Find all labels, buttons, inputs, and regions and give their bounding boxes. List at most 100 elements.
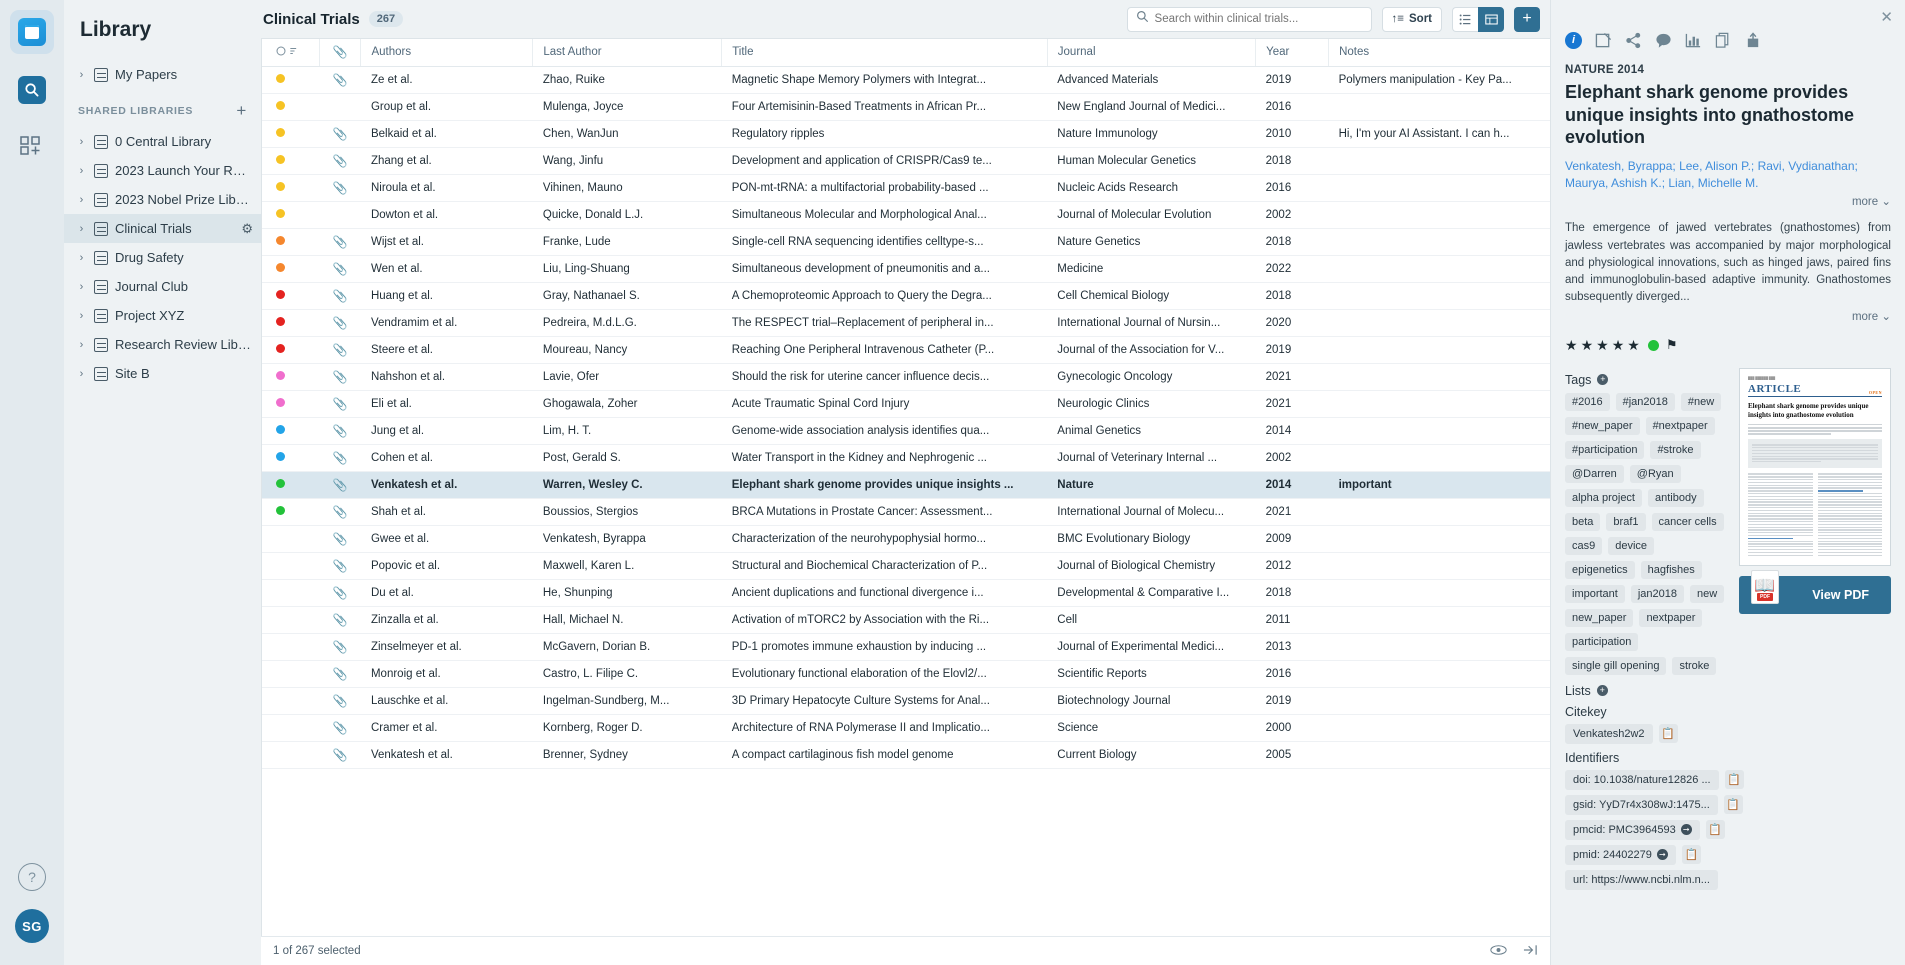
chevron-right-icon[interactable]: › (76, 223, 87, 235)
row-attachment-icon[interactable]: 📎 (319, 120, 361, 147)
expand-panel-icon[interactable] (1523, 943, 1538, 959)
tag-chip[interactable]: jan2018 (1631, 585, 1684, 603)
row-color-dot[interactable] (262, 606, 319, 633)
table-row[interactable]: 📎Du et al.He, ShunpingAncient duplicatio… (262, 579, 1550, 606)
row-attachment-icon[interactable]: 📎 (319, 741, 361, 768)
row-color-dot[interactable] (262, 633, 319, 660)
copy-icon[interactable]: 📋 (1725, 770, 1744, 789)
view-pdf-button[interactable]: 📖 PDF View PDF (1739, 576, 1891, 614)
table-row[interactable]: 📎Lauschke et al.Ingelman-Sundberg, M...3… (262, 687, 1550, 714)
sidebar-item-2023-launch-your-research-bo[interactable]: ›2023 Launch Your Research Bo... (64, 156, 261, 185)
table-row[interactable]: 📎Venkatesh et al.Brenner, SydneyA compac… (262, 741, 1550, 768)
table-row[interactable]: 📎Popovic et al.Maxwell, Karen L.Structur… (262, 552, 1550, 579)
tag-chip[interactable]: @Darren (1565, 465, 1624, 483)
chevron-right-icon[interactable]: › (76, 310, 87, 322)
identifier-value[interactable]: doi: 10.1038/nature12826 ... (1565, 770, 1719, 790)
row-attachment-icon[interactable]: 📎 (319, 714, 361, 741)
star-icon[interactable]: ★ (1612, 337, 1625, 354)
tag-chip[interactable]: device (1608, 537, 1654, 555)
row-color-dot[interactable] (262, 336, 319, 363)
row-attachment-icon[interactable]: 📎 (319, 471, 361, 498)
abstract-more-toggle[interactable]: more ⌄ (1565, 309, 1891, 323)
paper-thumbnail[interactable]: ███ ██████ ███ ARTICLE OPEN Elephant sha… (1739, 368, 1891, 566)
table-row[interactable]: 📎Gwee et al.Venkatesh, ByrappaCharacteri… (262, 525, 1550, 552)
table-row[interactable]: 📎Niroula et al.Vihinen, MaunoPON-mt-tRNA… (262, 174, 1550, 201)
row-color-dot[interactable] (262, 579, 319, 606)
chevron-right-icon[interactable]: › (76, 165, 87, 177)
rating-row[interactable]: ★ ★ ★ ★ ★ ⚑ (1565, 337, 1891, 354)
column-header-attachment[interactable]: 📎 (319, 39, 361, 66)
add-list-icon[interactable]: + (1597, 685, 1608, 696)
detail-authors[interactable]: Venkatesh, Byrappa; Lee, Alison P.; Ravi… (1565, 158, 1891, 193)
row-color-dot[interactable] (262, 741, 319, 768)
table-row[interactable]: 📎Steere et al.Moureau, NancyReaching One… (262, 336, 1550, 363)
row-color-dot[interactable] (262, 255, 319, 282)
copy-icon[interactable] (1715, 32, 1732, 49)
sidebar-item-clinical-trials[interactable]: ›Clinical Trials⚙ (64, 214, 261, 243)
export-icon[interactable] (1745, 32, 1762, 49)
row-color-dot[interactable] (262, 687, 319, 714)
row-color-dot[interactable] (262, 444, 319, 471)
rail-add-collection-button[interactable] (10, 126, 54, 170)
column-header-journal[interactable]: Journal (1047, 39, 1255, 66)
rail-search-button[interactable] (10, 68, 54, 112)
tag-chip[interactable]: cas9 (1565, 537, 1602, 555)
status-color-dot[interactable] (1648, 340, 1659, 351)
tag-chip[interactable]: single gill opening (1565, 657, 1666, 675)
identifier-value[interactable]: url: https://www.ncbi.nlm.n... (1565, 870, 1718, 890)
row-color-dot[interactable] (262, 363, 319, 390)
tag-chip[interactable]: braf1 (1606, 513, 1645, 531)
star-icon[interactable]: ★ (1565, 337, 1578, 354)
tag-chip[interactable]: cancer cells (1652, 513, 1724, 531)
row-attachment-icon[interactable]: 📎 (319, 66, 361, 93)
row-color-dot[interactable] (262, 525, 319, 552)
table-row[interactable]: 📎Wijst et al.Franke, LudeSingle-cell RNA… (262, 228, 1550, 255)
row-color-dot[interactable] (262, 174, 319, 201)
close-icon[interactable]: ✕ (1880, 8, 1893, 26)
tag-chip[interactable]: #new_paper (1565, 417, 1640, 435)
row-attachment-icon[interactable]: 📎 (319, 660, 361, 687)
row-attachment-icon[interactable]: 📎 (319, 552, 361, 579)
table-row[interactable]: 📎Zinzalla et al.Hall, Michael N.Activati… (262, 606, 1550, 633)
row-color-dot[interactable] (262, 201, 319, 228)
add-shared-library-icon[interactable]: + (236, 101, 247, 121)
sort-button[interactable]: ↑≡ Sort (1382, 7, 1442, 32)
row-attachment-icon[interactable]: 📎 (319, 336, 361, 363)
row-color-dot[interactable] (262, 66, 319, 93)
row-color-dot[interactable] (262, 147, 319, 174)
table-row[interactable]: 📎Huang et al.Gray, Nathanael S.A Chemopr… (262, 282, 1550, 309)
info-icon[interactable]: i (1565, 32, 1582, 49)
row-color-dot[interactable] (262, 93, 319, 120)
authors-more-toggle[interactable]: more ⌄ (1565, 194, 1891, 208)
column-header-authors[interactable]: Authors (361, 39, 533, 66)
sidebar-item-site-b[interactable]: ›Site B (64, 359, 261, 388)
star-icon[interactable]: ★ (1581, 337, 1594, 354)
rail-library-button[interactable] (10, 10, 54, 54)
copy-icon[interactable]: 📋 (1682, 845, 1701, 864)
chevron-right-icon[interactable]: › (76, 339, 87, 351)
table-view-button[interactable] (1478, 7, 1504, 32)
tag-chip[interactable]: new (1690, 585, 1724, 603)
comment-icon[interactable] (1655, 32, 1672, 49)
list-view-button[interactable] (1452, 7, 1478, 32)
sidebar-item-project-xyz[interactable]: ›Project XYZ (64, 301, 261, 330)
eye-icon[interactable] (1490, 943, 1507, 959)
tag-chip[interactable]: stroke (1672, 657, 1716, 675)
flag-icon[interactable]: ⚑ (1666, 337, 1678, 353)
sidebar-item-journal-club[interactable]: ›Journal Club (64, 272, 261, 301)
chevron-right-icon[interactable]: › (76, 136, 87, 148)
column-header-flag[interactable] (262, 39, 319, 66)
identifier-value[interactable]: gsid: YyD7r4x308wJ:1475... (1565, 795, 1718, 815)
chevron-right-icon[interactable]: › (76, 368, 87, 380)
tag-chip[interactable]: #jan2018 (1616, 393, 1675, 411)
sidebar-item-research-review-library[interactable]: ›Research Review Library (64, 330, 261, 359)
search-box[interactable] (1127, 7, 1372, 32)
row-attachment-icon[interactable]: 📎 (319, 174, 361, 201)
row-color-dot[interactable] (262, 228, 319, 255)
row-attachment-icon[interactable] (319, 93, 361, 120)
copy-icon[interactable]: 📋 (1724, 795, 1743, 814)
table-row[interactable]: Group et al.Mulenga, JoyceFour Artemisin… (262, 93, 1550, 120)
tag-chip[interactable]: #participation (1565, 441, 1644, 459)
row-attachment-icon[interactable]: 📎 (319, 525, 361, 552)
row-attachment-icon[interactable]: 📎 (319, 687, 361, 714)
